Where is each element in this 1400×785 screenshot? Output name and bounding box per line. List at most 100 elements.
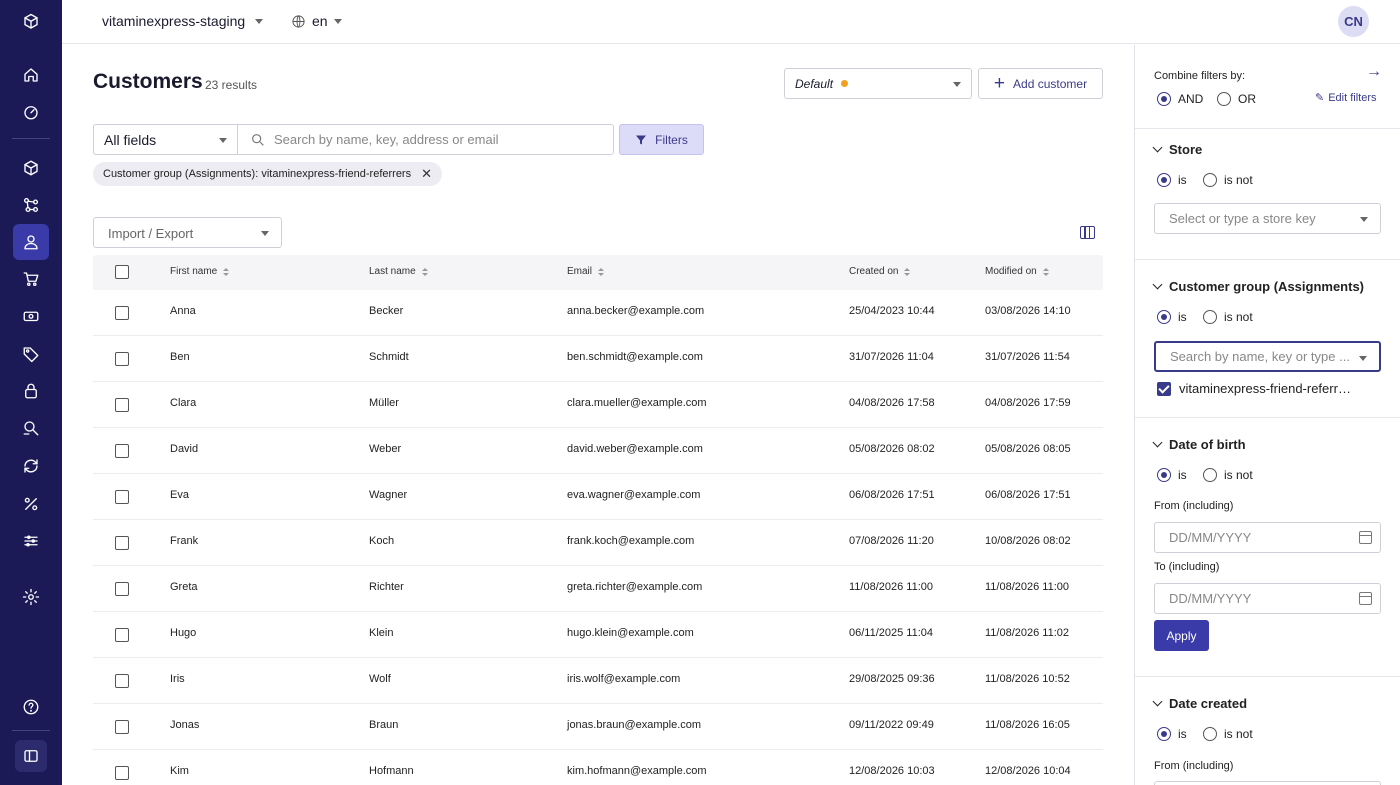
table-row[interactable]: Greta Richter greta.richter@example.com 11/… [93,566,1103,612]
security-icon[interactable] [13,373,49,409]
app: vitaminexpress-staging en CN Customers 2… [0,0,1400,785]
dob-radio-is-not[interactable]: is not [1203,468,1253,482]
dashboard-icon[interactable] [13,94,49,130]
store-radio-is[interactable]: is [1157,173,1187,187]
gear-icon[interactable] [13,579,49,615]
settings-sliders-icon[interactable] [13,523,49,559]
dob-from-label: From (including) [1154,500,1234,512]
cell-last: Braun [369,719,399,731]
orders-icon[interactable] [13,261,49,297]
dob-radio-is[interactable]: is [1157,468,1187,482]
logo-icon[interactable] [13,4,49,40]
store-section-toggle[interactable]: Store [1152,142,1202,157]
home-icon[interactable] [13,57,49,93]
cell-email: clara.mueller@example.com [567,397,707,409]
add-customer-label: Add customer [1013,76,1088,91]
table-row[interactable]: David Weber david.weber@example.com 05/08/2… [93,428,1103,474]
pencil-icon: ✎ [1315,92,1325,104]
field-select[interactable]: All fields [93,124,238,155]
radio-icon [1217,92,1231,106]
created-from-input[interactable] [1154,781,1381,785]
dob-section-toggle[interactable]: Date of birth [1152,437,1246,452]
cell-created: 09/11/2022 09:49 [849,719,934,731]
table-row[interactable]: Kim Hofmann kim.hofmann@example.com 12/08/2… [93,750,1103,785]
avatar[interactable]: CN [1338,6,1369,37]
table-row[interactable]: Ben Schmidt ben.schmidt@example.com 31/07/2… [93,336,1103,382]
search-icon[interactable] [13,410,49,446]
column-settings-icon[interactable] [1080,226,1095,239]
customer-group-section-toggle[interactable]: Customer group (Assignments) [1152,279,1364,294]
add-customer-button[interactable]: + Add customer [978,68,1103,99]
row-checkbox[interactable] [115,536,129,550]
import-export-select[interactable]: Import / Export [93,217,282,248]
group-radio-is-not[interactable]: is not [1203,310,1253,324]
percent-icon[interactable] [13,486,49,522]
table-row[interactable]: Clara Müller clara.mueller@example.com 04/0… [93,382,1103,428]
import-export-label: Import / Export [108,226,194,241]
chevron-down-icon [1152,437,1163,448]
row-checkbox[interactable] [115,306,129,320]
radio-or[interactable]: OR [1217,92,1256,106]
store-select[interactable]: Select or type a store key [1154,203,1381,234]
cell-modified: 11/08/2026 11:02 [985,627,1070,639]
edit-filters-link[interactable]: ✎ Edit filters [1315,91,1377,105]
column-last-name[interactable]: Last name [369,266,428,277]
column-modified-on[interactable]: Modified on [985,266,1049,277]
group-radio-is[interactable]: is [1157,310,1187,324]
sort-icon [421,267,428,276]
table-row[interactable]: Eva Wagner eva.wagner@example.com 06/08/202… [93,474,1103,520]
row-checkbox[interactable] [115,766,129,780]
row-checkbox[interactable] [115,628,129,642]
cell-modified: 05/08/2026 08:05 [985,443,1071,455]
customers-icon[interactable] [13,224,49,260]
language-switcher[interactable]: en [291,13,342,29]
column-created-on[interactable]: Created on [849,266,911,277]
table-row[interactable]: Hugo Klein hugo.klein@example.com 06/11/202… [93,612,1103,658]
date-created-section-toggle[interactable]: Date created [1152,696,1247,711]
column-email[interactable]: Email [567,266,605,277]
select-all-checkbox[interactable] [115,265,129,279]
project-switcher[interactable]: vitaminexpress-staging [102,13,264,29]
customers-table: First name Last name Email Created on Mo… [93,255,1103,785]
chevron-down-icon [219,138,227,143]
products-icon[interactable] [13,150,49,186]
dob-to-input[interactable]: DD/MM/YYYY [1154,583,1381,614]
table-row[interactable]: Anna Becker anna.becker@example.com 25/04/2… [93,290,1103,336]
cell-last: Klein [369,627,394,639]
arrow-right-icon[interactable]: → [1366,63,1382,81]
dob-from-input[interactable]: DD/MM/YYYY [1154,522,1381,553]
row-checkbox[interactable] [115,352,129,366]
row-checkbox[interactable] [115,490,129,504]
discounts-icon[interactable] [13,336,49,372]
row-checkbox[interactable] [115,720,129,734]
radio-and[interactable]: AND [1157,92,1203,106]
collapse-icon[interactable] [15,740,47,772]
apply-button[interactable]: Apply [1154,620,1209,651]
chevron-down-icon [1360,217,1368,222]
cell-created: 06/11/2025 11:04 [849,627,934,639]
search-input[interactable] [274,132,594,147]
row-checkbox[interactable] [115,582,129,596]
view-select[interactable]: Default [784,68,972,99]
prices-icon[interactable] [13,298,49,334]
row-checkbox[interactable] [115,444,129,458]
cell-email: david.weber@example.com [567,443,703,455]
created-radio-is-not[interactable]: is not [1203,727,1253,741]
created-radio-is[interactable]: is [1157,727,1187,741]
chevron-down-icon [1152,142,1163,153]
help-icon[interactable] [13,689,49,725]
customer-group-search[interactable]: Search by name, key or type ... [1154,341,1381,372]
row-checkbox[interactable] [115,398,129,412]
categories-icon[interactable] [13,187,49,223]
radio-icon [1203,310,1217,324]
table-row[interactable]: Iris Wolf iris.wolf@example.com 29/08/2025 … [93,658,1103,704]
filters-button[interactable]: Filters [619,124,704,155]
close-icon[interactable]: ✕ [421,166,432,182]
row-checkbox[interactable] [115,674,129,688]
store-radio-is-not[interactable]: is not [1203,173,1253,187]
table-row[interactable]: Frank Koch frank.koch@example.com 07/08/202… [93,520,1103,566]
sync-icon[interactable] [13,448,49,484]
customer-group-option[interactable]: vitaminexpress-friend-referrers [1157,381,1355,396]
column-first-name[interactable]: First name [170,266,230,277]
table-row[interactable]: Jonas Braun jonas.braun@example.com 09/11/2… [93,704,1103,750]
